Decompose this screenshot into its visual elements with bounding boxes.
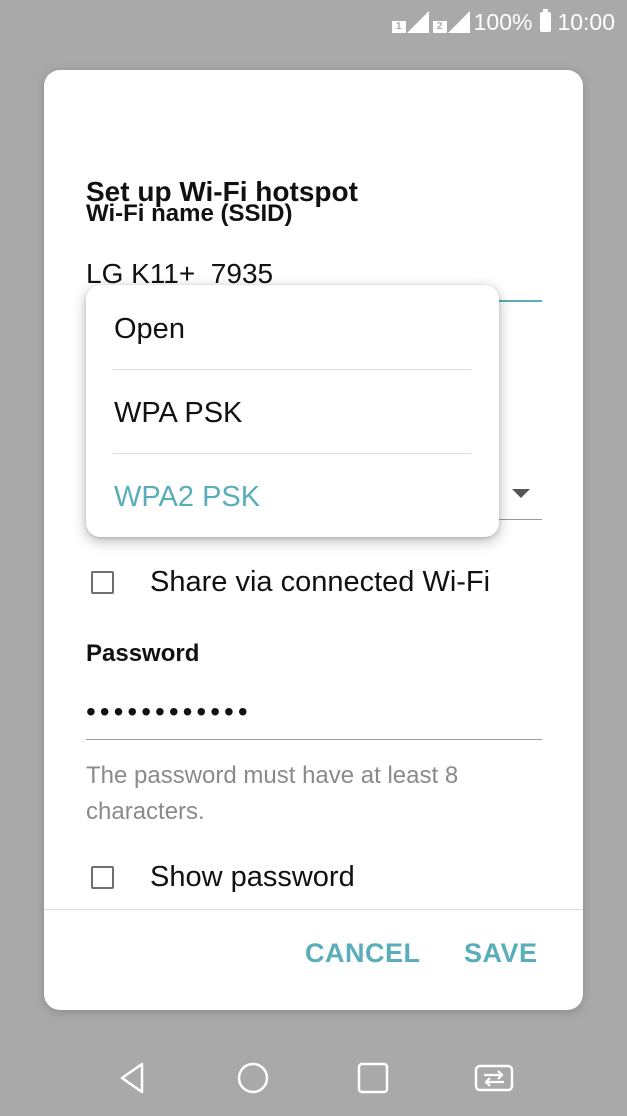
password-underline [86, 739, 542, 740]
sim1-signal-icon: 1 [391, 11, 429, 33]
password-helper-text: The password must have at least 8 charac… [86, 762, 459, 825]
security-option-wpa-psk[interactable]: WPA PSK [114, 371, 472, 455]
recents-icon[interactable] [356, 1060, 390, 1096]
share-connected-wifi-label: Share via connected Wi-Fi [150, 566, 491, 598]
battery-percent: 100% [473, 8, 533, 35]
sim2-signal-icon: 2 [432, 11, 470, 33]
security-options-menu: Open WPA PSK WPA2 PSK [86, 285, 499, 537]
save-button[interactable]: SAVE [464, 938, 538, 969]
password-input[interactable]: •••••••••••• [86, 696, 252, 728]
security-option-open[interactable]: Open [114, 287, 472, 371]
share-connected-wifi-row[interactable]: Share via connected Wi-Fi [86, 566, 490, 599]
show-password-row[interactable]: Show password [86, 861, 355, 894]
battery-icon [540, 9, 552, 32]
dialog-button-divider [44, 909, 583, 910]
home-icon[interactable] [235, 1060, 271, 1096]
password-label: Password [86, 640, 200, 667]
show-password-checkbox[interactable] [91, 866, 114, 889]
status-bar: 1 2 100% 10:00 [0, 0, 627, 44]
security-option-wpa2-psk[interactable]: WPA2 PSK [114, 455, 472, 539]
cancel-button[interactable]: CANCEL [305, 938, 421, 969]
clock: 10:00 [557, 8, 615, 35]
menu-divider [113, 453, 471, 454]
dropdown-arrow-icon[interactable] [512, 489, 530, 498]
show-password-label: Show password [150, 861, 355, 893]
menu-divider [113, 369, 471, 370]
navigation-bar [0, 1040, 627, 1116]
share-connected-wifi-checkbox[interactable] [91, 571, 114, 594]
ssid-label: Wi-Fi name (SSID) [86, 200, 293, 227]
dual-window-icon[interactable] [473, 1060, 515, 1096]
back-icon[interactable] [116, 1060, 148, 1096]
